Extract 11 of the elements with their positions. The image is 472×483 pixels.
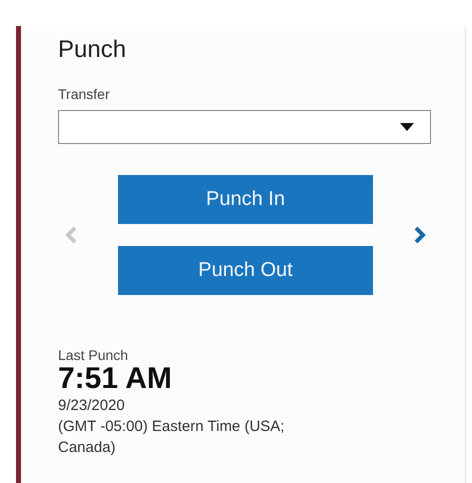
last-punch-time: 7:51 AM [58, 363, 172, 395]
punch-in-button[interactable]: Punch In [118, 175, 373, 224]
last-punch-date: 9/23/2020 [58, 396, 126, 416]
transfer-dropdown[interactable] [58, 110, 431, 144]
timezone-text: (GMT -05:00) Eastern Time (USA; Canada) [58, 417, 286, 458]
caret-icon [400, 123, 414, 131]
transfer-label: Transfer [58, 86, 110, 102]
last-punch-label: Last Punch [58, 347, 128, 363]
punch-out-button[interactable]: Punch Out [118, 246, 373, 295]
page-title: Punch [58, 36, 126, 64]
chevron-right-icon[interactable] [414, 226, 426, 244]
